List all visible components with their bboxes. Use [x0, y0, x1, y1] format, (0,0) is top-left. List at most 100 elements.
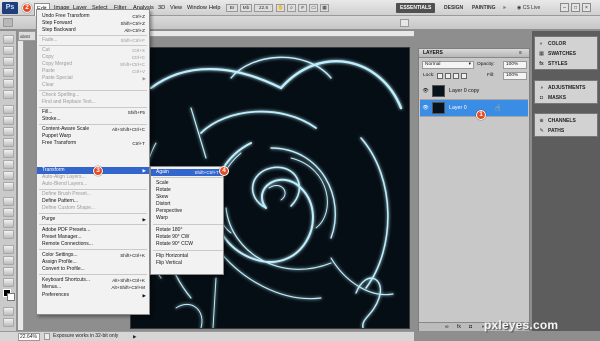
menu-content-aware-scale[interactable]: Content-Aware Scale Alt+Shift+Ctrl+C — [37, 126, 149, 133]
shape-tool-icon[interactable] — [3, 230, 14, 239]
submenu-again[interactable]: Again Shift+Ctrl+T — [151, 169, 223, 176]
dock-adjustments[interactable]: ◑ ADJUSTMENTS — [535, 83, 597, 93]
document-tab[interactable]: abstr — [18, 31, 36, 41]
dock-swatches[interactable]: ▦ SWATCHES — [535, 49, 597, 59]
lock-position-icon[interactable] — [453, 73, 459, 79]
submenu-skew[interactable]: Skew — [151, 194, 223, 201]
close-icon[interactable]: × — [582, 3, 591, 12]
3d-orbit-tool-icon[interactable] — [3, 256, 14, 265]
quick-select-tool-icon[interactable] — [3, 68, 14, 77]
dock-masks[interactable]: ◘ MASKS — [535, 93, 597, 103]
menu-step-backward[interactable]: Step Backward Alt+Ctrl+Z — [37, 27, 149, 34]
marquee-tool-icon[interactable] — [3, 46, 14, 55]
menu-assign-profile[interactable]: Assign Profile... — [37, 259, 149, 266]
menu-color-settings[interactable]: Color Settings... Shift+Ctrl+K — [37, 252, 149, 259]
menu-free-transform[interactable]: Free Transform Ctrl+T — [37, 140, 149, 147]
submenu-rotate[interactable]: Rotate — [151, 187, 223, 194]
crop-tool-icon[interactable] — [3, 79, 14, 88]
zoom-tool-icon[interactable] — [3, 278, 14, 287]
link-layers-icon[interactable]: ∞ — [445, 324, 449, 330]
menu-window[interactable]: Window — [185, 3, 209, 13]
eye-icon[interactable]: 👁 — [422, 88, 429, 94]
menu-keyboard-shortcuts[interactable]: Keyboard Shortcuts... Alt+Shift+Ctrl+K — [37, 277, 149, 284]
menu-preferences[interactable]: Preferences ▶ — [37, 292, 149, 299]
dock-paths[interactable]: ✎ PATHS — [535, 126, 597, 136]
clone-stamp-tool-icon[interactable] — [3, 127, 14, 136]
blur-tool-icon[interactable] — [3, 171, 14, 180]
cs-live-link[interactable]: ◉ CS Live — [517, 4, 540, 12]
submenu-distort[interactable]: Distort — [151, 201, 223, 208]
submenu-scale[interactable]: Scale — [151, 180, 223, 187]
menu-step-forward[interactable]: Step Forward Shift+Ctrl+Z — [37, 20, 149, 27]
eyedropper-tool-icon[interactable] — [3, 90, 14, 99]
eye-icon[interactable]: 👁 — [422, 105, 429, 111]
submenu-rotate-180[interactable]: Rotate 180° — [151, 227, 223, 234]
layer-style-icon[interactable]: fx — [457, 324, 461, 330]
status-info-icon[interactable] — [44, 333, 50, 340]
lock-all-icon[interactable] — [461, 73, 467, 79]
tool-preset-icon[interactable] — [3, 18, 13, 27]
screen-mode-tool-icon[interactable] — [3, 318, 14, 327]
submenu-flip-horizontal[interactable]: Flip Horizontal — [151, 253, 223, 260]
hand-icon[interactable]: ✋ — [276, 4, 285, 12]
screen-mode-icon[interactable]: ▭ — [309, 4, 318, 12]
healing-brush-tool-icon[interactable] — [3, 105, 14, 114]
lasso-tool-icon[interactable] — [3, 57, 14, 66]
dock-channels[interactable]: ≋ CHANNELS — [535, 116, 597, 126]
grid-icon[interactable]: # — [298, 4, 307, 12]
opacity-field[interactable]: 100% — [503, 61, 527, 69]
menu-undo[interactable]: Undo Free Transform Ctrl+Z — [37, 13, 149, 20]
brush-tool-icon[interactable] — [3, 116, 14, 125]
zoom-level-select[interactable]: 22.6 — [254, 4, 273, 12]
gradient-tool-icon[interactable] — [3, 160, 14, 169]
lock-transparent-icon[interactable] — [437, 73, 443, 79]
workspace-design[interactable]: DESIGN — [440, 3, 467, 13]
submenu-rotate-90-cw[interactable]: Rotate 90° CW — [151, 234, 223, 241]
menu-purge[interactable]: Purge ▶ — [37, 216, 149, 223]
bridge-icon[interactable]: Br — [226, 4, 238, 12]
pen-tool-icon[interactable] — [3, 197, 14, 206]
layer-row-selected[interactable]: 👁 Layer 0 ☝ — [420, 100, 528, 117]
type-tool-icon[interactable] — [3, 208, 14, 217]
zoom-icon[interactable]: ⌕ — [287, 4, 296, 12]
menu-preset-manager[interactable]: Preset Manager... — [37, 234, 149, 241]
history-brush-tool-icon[interactable] — [3, 138, 14, 147]
mini-bridge-icon[interactable]: Mb — [240, 4, 252, 12]
maximize-icon[interactable]: □ — [571, 3, 580, 12]
status-arrow-icon[interactable]: ▶ — [133, 333, 136, 340]
menu-3d[interactable]: 3D — [156, 3, 167, 13]
background-color-swatch[interactable] — [7, 293, 15, 301]
menu-define-pattern[interactable]: Define Pattern... — [37, 198, 149, 205]
menu-menus[interactable]: Menus... Alt+Shift+Ctrl+M — [37, 284, 149, 291]
menu-puppet-warp[interactable]: Puppet Warp — [37, 133, 149, 140]
submenu-perspective[interactable]: Perspective — [151, 208, 223, 215]
menu-fill[interactable]: Fill... Shift+F5 — [37, 109, 149, 116]
workspace-painting[interactable]: PAINTING — [468, 3, 500, 13]
menu-remote-connections[interactable]: Remote Connections... — [37, 241, 149, 248]
zoom-field[interactable]: 22.64% — [18, 333, 40, 341]
submenu-warp[interactable]: Warp — [151, 215, 223, 222]
option-checkbox[interactable] — [400, 19, 409, 27]
dock-styles[interactable]: fx STYLES — [535, 59, 597, 69]
dock-color[interactable]: ◐ COLOR — [535, 39, 597, 49]
workspace-overflow[interactable]: » — [501, 3, 508, 13]
menu-pdf-presets[interactable]: Adobe PDF Presets... — [37, 227, 149, 234]
minimize-icon[interactable]: – — [560, 3, 569, 12]
panel-menu-icon[interactable]: ≡ — [519, 50, 522, 57]
add-mask-icon[interactable]: ◘ — [469, 324, 472, 330]
move-tool-icon[interactable] — [3, 35, 14, 44]
dodge-tool-icon[interactable] — [3, 182, 14, 191]
menu-convert-profile[interactable]: Convert to Profile... — [37, 266, 149, 273]
fill-field[interactable]: 100% — [503, 72, 527, 80]
submenu-flip-vertical[interactable]: Flip Vertical — [151, 260, 223, 267]
workspace-essentials[interactable]: ESSENTIALS — [396, 3, 436, 13]
path-select-tool-icon[interactable] — [3, 219, 14, 228]
blend-mode-select[interactable]: Normal ▾ — [422, 61, 474, 69]
3d-rotate-tool-icon[interactable] — [3, 245, 14, 254]
menu-help[interactable]: Help — [207, 3, 223, 13]
menu-stroke[interactable]: Stroke... — [37, 116, 149, 123]
quick-mask-icon[interactable] — [3, 307, 14, 316]
menu-view[interactable]: View — [168, 3, 184, 13]
arrange-documents-icon[interactable]: ▦ — [320, 4, 329, 12]
eraser-tool-icon[interactable] — [3, 149, 14, 158]
